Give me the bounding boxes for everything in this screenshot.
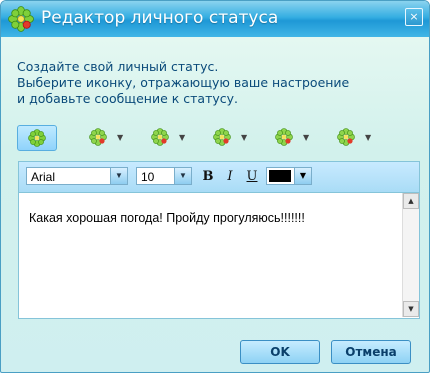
instruction-line-2: Выберите иконку, отражающую ваше настрое…	[17, 75, 350, 90]
font-family-value: Arial	[31, 170, 56, 184]
instructions: Создайте свой личный статус. Выберите ик…	[17, 59, 417, 107]
window-title: Редактор личного статуса	[41, 8, 279, 28]
title-bar[interactable]: Редактор личного статуса ×	[1, 1, 429, 37]
bold-button[interactable]: B	[199, 168, 217, 186]
cancel-button[interactable]: Отмена	[331, 340, 411, 364]
instruction-line-1: Создайте свой личный статус.	[17, 59, 219, 74]
status-option-4[interactable]: ▼	[203, 125, 247, 149]
status-option-6[interactable]: ▼	[327, 125, 371, 149]
status-flower-icon	[213, 128, 231, 146]
dropdown-arrow-icon[interactable]: ▼	[117, 133, 123, 142]
underline-button[interactable]: U	[243, 168, 261, 186]
status-message-editor: Arial ▼ 10 ▼ B I U ▼ Какая хорошая погод…	[18, 161, 420, 319]
dropdown-arrow-icon[interactable]: ▼	[179, 133, 185, 142]
color-swatch	[269, 170, 291, 182]
status-option-5[interactable]: ▼	[265, 125, 309, 149]
chevron-down-icon[interactable]: ▼	[110, 168, 127, 184]
scroll-down-icon[interactable]: ▼	[403, 301, 419, 317]
green-flower-icon	[28, 129, 46, 147]
italic-button[interactable]: I	[221, 168, 239, 186]
status-flower-icon	[337, 128, 355, 146]
status-editor-window: Редактор личного статуса × Создайте свой…	[0, 0, 430, 373]
chevron-down-icon[interactable]: ▼	[174, 168, 191, 184]
status-option-3[interactable]: ▼	[141, 125, 185, 149]
close-button[interactable]: ×	[405, 8, 423, 26]
dropdown-arrow-icon[interactable]: ▼	[303, 133, 309, 142]
icq-flower-logo-icon	[8, 6, 34, 32]
text-color-picker[interactable]: ▼	[266, 167, 312, 185]
instruction-line-3: и добавьте сообщение к статусу.	[17, 91, 238, 106]
status-flower-icon	[275, 128, 293, 146]
cancel-label: Отмена	[345, 345, 397, 359]
ok-label: OK	[270, 345, 290, 359]
font-size-value: 10	[141, 170, 155, 184]
status-option-1[interactable]	[17, 125, 57, 151]
formatting-toolbar: Arial ▼ 10 ▼ B I U ▼	[19, 162, 419, 193]
status-option-2[interactable]: ▼	[79, 125, 123, 149]
ok-button[interactable]: OK	[240, 340, 320, 364]
font-family-select[interactable]: Arial ▼	[26, 167, 128, 185]
scroll-up-icon[interactable]: ▲	[403, 193, 419, 209]
chevron-down-icon[interactable]: ▼	[294, 168, 311, 184]
status-flower-icon	[151, 128, 169, 146]
dropdown-arrow-icon[interactable]: ▼	[365, 133, 371, 142]
font-size-select[interactable]: 10 ▼	[136, 167, 192, 185]
vertical-scrollbar[interactable]: ▲ ▼	[402, 193, 419, 317]
dropdown-arrow-icon[interactable]: ▼	[241, 133, 247, 142]
status-flower-icon	[89, 128, 107, 146]
status-message-text[interactable]: Какая хорошая погода! Пройду прогуляюсь!…	[29, 211, 399, 225]
